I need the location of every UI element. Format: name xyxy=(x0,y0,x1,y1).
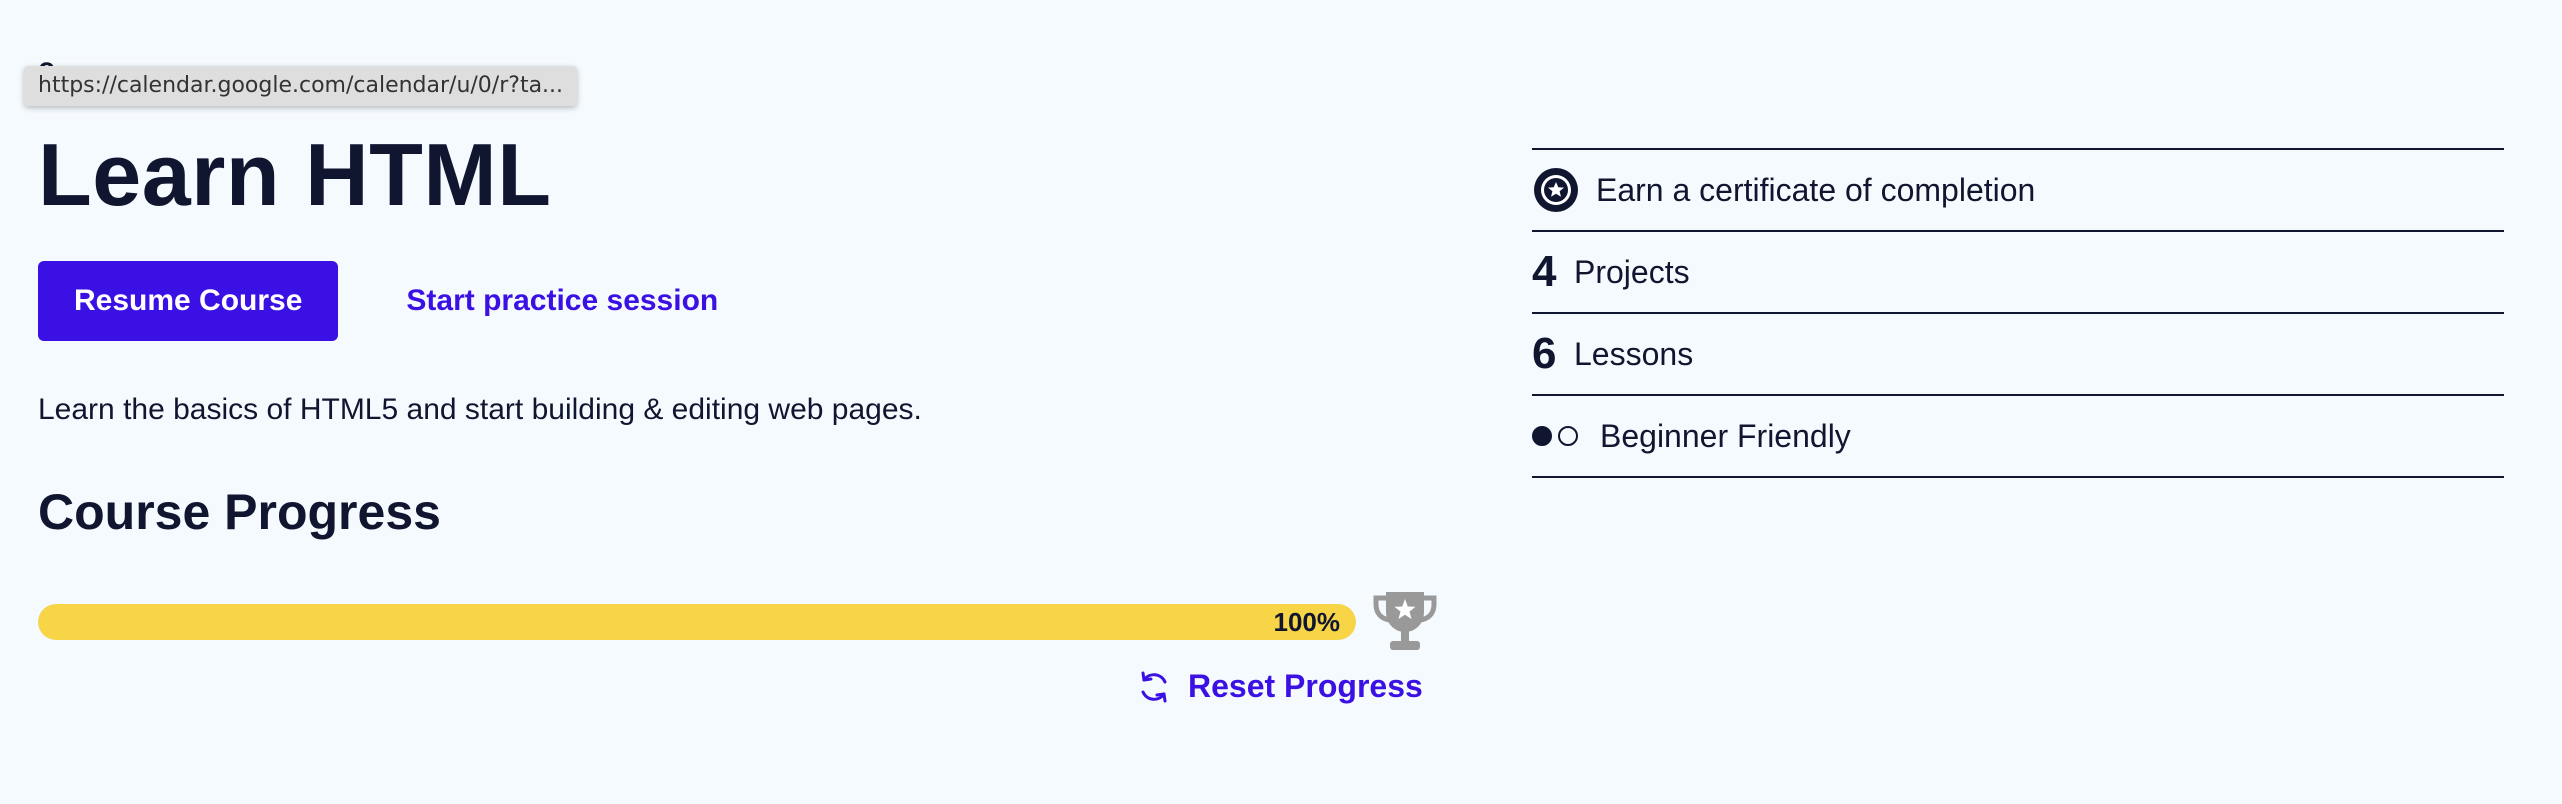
difficulty-dot-filled xyxy=(1532,426,1552,446)
start-practice-session-link[interactable]: Start practice session xyxy=(406,284,718,318)
projects-count: 4 xyxy=(1532,247,1557,296)
reset-progress-label: Reset Progress xyxy=(1188,668,1423,704)
course-page: c https://calendar.google.com/calendar/u… xyxy=(0,0,2562,804)
lessons-label: Lessons xyxy=(1574,335,1694,372)
difficulty-label: Beginner Friendly xyxy=(1600,417,1851,454)
lessons-count: 6 xyxy=(1532,329,1557,378)
reset-progress-button[interactable]: Reset Progress xyxy=(1136,668,1423,705)
course-progress-heading: Course Progress xyxy=(38,484,441,540)
feature-certificate-label: Earn a certificate of completion xyxy=(1596,171,2036,208)
course-actions: Resume Course Start practice session xyxy=(38,261,718,341)
course-description: Learn the basics of HTML5 and start buil… xyxy=(38,393,922,426)
feature-difficulty: Beginner Friendly xyxy=(1532,396,2504,478)
trophy-icon xyxy=(1373,592,1437,650)
difficulty-dots-icon xyxy=(1532,426,1584,446)
progress-bar-fill: 100% xyxy=(38,604,1356,640)
progress-percent-label: 100% xyxy=(1273,607,1341,637)
projects-label: Projects xyxy=(1574,253,1690,290)
course-features-list: Earn a certificate of completion 4 Proje… xyxy=(1532,148,2504,478)
certificate-star-icon xyxy=(1534,168,1578,212)
progress-bar: 100% xyxy=(38,604,1356,640)
feature-lessons: 6 Lessons xyxy=(1532,314,2504,396)
resume-course-button[interactable]: Resume Course xyxy=(38,261,339,341)
link-url-tooltip: https://calendar.google.com/calendar/u/0… xyxy=(24,66,578,106)
feature-projects: 4 Projects xyxy=(1532,232,2504,314)
refresh-icon xyxy=(1141,671,1167,702)
difficulty-dot-empty xyxy=(1558,426,1578,446)
course-title: Learn HTML xyxy=(38,125,552,224)
feature-certificate: Earn a certificate of completion xyxy=(1532,150,2504,232)
